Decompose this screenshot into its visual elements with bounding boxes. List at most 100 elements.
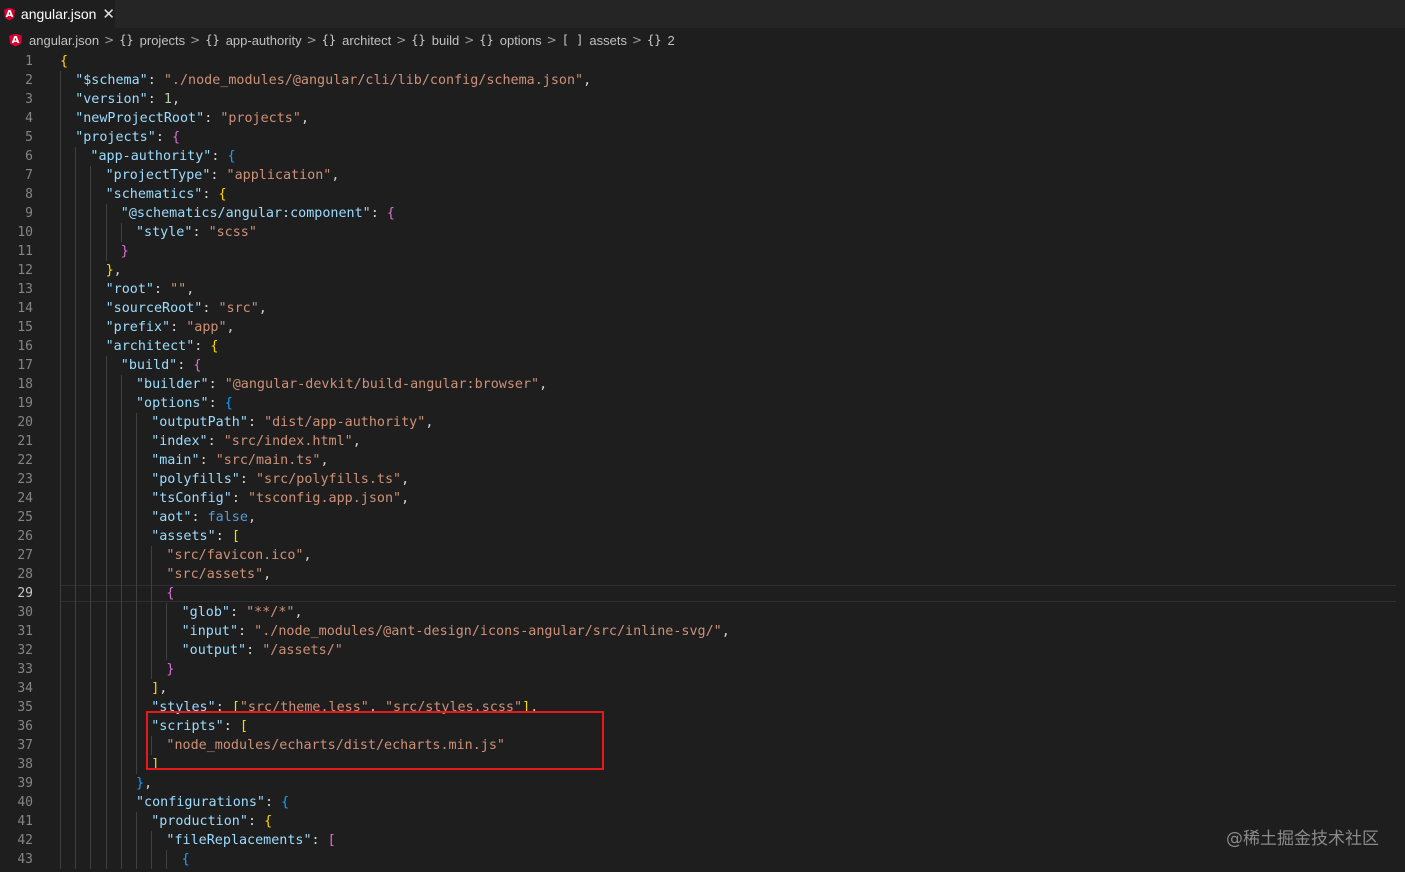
code-line[interactable]: 25 "aot": false,: [0, 508, 1405, 527]
code-line[interactable]: 32 "output": "/assets/": [0, 641, 1405, 660]
code-line[interactable]: 43 {: [0, 850, 1405, 869]
chevron-right-icon: >: [631, 33, 643, 47]
line-number: 24: [17, 491, 33, 506]
breadcrumb-item-options[interactable]: {} options: [479, 33, 541, 48]
line-number: 18: [17, 377, 33, 392]
code-line[interactable]: 17 "build": {: [0, 356, 1405, 375]
code-line[interactable]: 4 "newProjectRoot": "projects",: [0, 109, 1405, 128]
code-text: "glob": "**/*",: [181, 605, 303, 620]
object-icon: {}: [411, 33, 426, 47]
tab-label: angular.json: [20, 6, 97, 22]
code-line[interactable]: 10 "style": "scss": [0, 223, 1405, 242]
line-number: 10: [17, 225, 33, 240]
line-number: 34: [17, 681, 33, 696]
line-number: 17: [17, 358, 33, 373]
code-line[interactable]: 5 "projects": {: [0, 128, 1405, 147]
code-line[interactable]: 9 "@schematics/angular:component": {: [0, 204, 1405, 223]
line-number: 9: [25, 206, 33, 221]
code-line[interactable]: 20 "outputPath": "dist/app-authority",: [0, 413, 1405, 432]
chevron-right-icon: >: [396, 33, 407, 47]
line-number: 29: [17, 586, 33, 601]
array-icon: [ ]: [561, 33, 584, 47]
line-number: 26: [17, 529, 33, 544]
code-text: {: [166, 586, 175, 601]
code-line[interactable]: 42 "fileReplacements": [: [0, 831, 1405, 850]
line-number: 4: [25, 111, 33, 126]
code-line[interactable]: 31 "input": "./node_modules/@ant-design/i…: [0, 622, 1405, 641]
code-line[interactable]: 23 "polyfills": "src/polyfills.ts",: [0, 470, 1405, 489]
code-text: "builder": "@angular-devkit/build-angula…: [136, 377, 548, 392]
chevron-right-icon: >: [464, 33, 475, 47]
object-icon: {}: [321, 33, 337, 47]
breadcrumb-item-app-authority[interactable]: {} app-authority: [205, 33, 301, 48]
code-line[interactable]: 28 "src/assets",: [0, 565, 1405, 584]
code-line[interactable]: 22 "main": "src/main.ts",: [0, 451, 1405, 470]
line-number: 28: [17, 567, 33, 582]
breadcrumb-item-projects[interactable]: {} projects: [119, 33, 185, 48]
code-line[interactable]: 13 "root": "",: [0, 280, 1405, 299]
code-line[interactable]: 19 "options": {: [0, 394, 1405, 413]
code-text: "aot": false,: [151, 510, 256, 525]
watermark: @稀土掘金技术社区: [1226, 829, 1379, 849]
code-text: "$schema": "./node_modules/@angular/cli/…: [75, 73, 592, 88]
code-line[interactable]: 8 "schematics": {: [0, 185, 1405, 204]
code-text: "configurations": {: [136, 795, 290, 810]
code-line[interactable]: 29 {: [0, 584, 1405, 603]
close-icon[interactable]: ✕: [102, 5, 115, 23]
angular-icon: A: [4, 7, 15, 21]
annotation-highlight-box: [146, 711, 604, 770]
breadcrumb-item-assets[interactable]: [ ] assets: [562, 33, 627, 48]
code-line[interactable]: 33}: [0, 660, 1405, 679]
code-text: "schematics": {: [105, 187, 227, 202]
code-text: "prefix": "app",: [105, 320, 235, 335]
code-line[interactable]: 6 "app-authority": {: [0, 147, 1405, 166]
code-line[interactable]: 41 "production": {: [0, 812, 1405, 831]
line-number: 2: [25, 73, 33, 88]
code-line[interactable]: 12},: [0, 261, 1405, 280]
code-text: {: [60, 54, 69, 69]
code-text: "newProjectRoot": "projects",: [75, 111, 309, 126]
line-number: 25: [17, 510, 33, 525]
line-number: 1: [25, 54, 33, 69]
code-line[interactable]: 24 "tsConfig": "tsconfig.app.json",: [0, 489, 1405, 508]
code-line[interactable]: 16 "architect": {: [0, 337, 1405, 356]
code-line[interactable]: 2 "$schema": "./node_modules/@angular/cli…: [0, 71, 1405, 90]
code-text: "tsConfig": "tsconfig.app.json",: [151, 491, 410, 506]
breadcrumb-item-build[interactable]: {} build: [411, 33, 459, 48]
code-line[interactable]: 39},: [0, 774, 1405, 793]
code-line[interactable]: 11}: [0, 242, 1405, 261]
code-text: "output": "/assets/": [181, 643, 343, 658]
breadcrumb-item-architect[interactable]: {} architect: [322, 33, 392, 48]
code-line[interactable]: 27 "src/favicon.ico",: [0, 546, 1405, 565]
code-line[interactable]: 30 "glob": "**/*",: [0, 603, 1405, 622]
code-line[interactable]: 18 "builder": "@angular-devkit/build-angu…: [0, 375, 1405, 394]
code-line[interactable]: 14 "sourceRoot": "src",: [0, 299, 1405, 318]
code-line[interactable]: 21 "index": "src/index.html",: [0, 432, 1405, 451]
code-text: },: [105, 263, 122, 278]
line-number: 7: [25, 168, 33, 183]
line-number: 43: [17, 852, 33, 867]
line-number: 14: [17, 301, 33, 316]
line-number: 39: [17, 776, 33, 791]
code-line[interactable]: 34],: [0, 679, 1405, 698]
code-text: "assets": [: [151, 529, 240, 544]
line-number: 23: [17, 472, 33, 487]
code-line[interactable]: 26 "assets": [: [0, 527, 1405, 546]
line-number: 41: [17, 814, 33, 829]
code-line[interactable]: 3 "version": 1,: [0, 90, 1405, 109]
tab-angular-json[interactable]: A angular.json ✕: [0, 0, 116, 28]
code-line[interactable]: 1{: [0, 52, 1405, 71]
breadcrumb-item-file[interactable]: A angular.json: [9, 33, 99, 48]
code-line[interactable]: 15 "prefix": "app",: [0, 318, 1405, 337]
code-text: "architect": {: [105, 339, 219, 354]
breadcrumb-item-index[interactable]: {} 2: [647, 33, 675, 48]
line-number: 15: [17, 320, 33, 335]
code-text: "app-authority": {: [90, 149, 236, 164]
object-icon: {}: [479, 33, 494, 47]
code-text: "index": "src/index.html",: [151, 434, 361, 449]
code-text: "root": "",: [105, 282, 195, 297]
code-line[interactable]: 40 "configurations": {: [0, 793, 1405, 812]
code-line[interactable]: 7 "projectType": "application",: [0, 166, 1405, 185]
object-icon: {}: [647, 33, 662, 47]
line-number: 21: [17, 434, 33, 449]
